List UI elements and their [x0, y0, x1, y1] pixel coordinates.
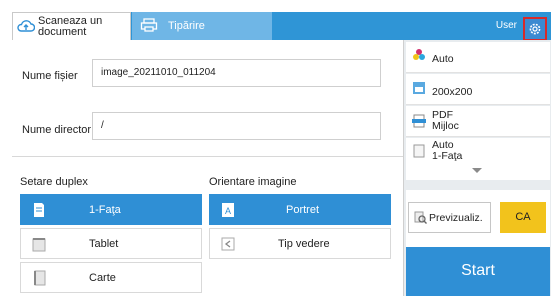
single-sided-icon — [32, 202, 46, 218]
resolution-icon — [412, 81, 426, 95]
top-bar: Scaneaza un document Tipărire User — [12, 12, 551, 40]
landscape-icon — [221, 236, 235, 252]
orientation-option-label: Tip vedere — [278, 238, 330, 250]
orientation-option-tip-vedere[interactable]: Tip vedere — [209, 228, 391, 259]
settings-panel: Auto 200x200 PDF Mijloc Auto 1-Faţa Prev… — [403, 40, 551, 296]
start-button[interactable]: Start — [406, 247, 550, 296]
cloud-upload-icon — [17, 19, 36, 33]
original-size-value: Auto 1-Faţa — [432, 139, 463, 162]
tab-print[interactable]: Tipărire — [132, 12, 272, 40]
ca-button[interactable]: CA — [500, 202, 546, 233]
tab-print-label: Tipărire — [168, 20, 205, 32]
color-mode-value: Auto — [432, 53, 454, 65]
ca-label: CA — [515, 211, 531, 223]
duplex-option-carte[interactable]: Carte — [20, 262, 202, 293]
duplex-option-label: Tablet — [89, 238, 119, 250]
duplex-label: Setare duplex — [20, 176, 88, 188]
resolution-value: 200x200 — [432, 86, 473, 98]
directory-label: Nume director — [22, 124, 92, 136]
color-dots-icon — [412, 48, 426, 62]
orientation-option-label: Portret — [286, 204, 320, 216]
action-area: Previzualiz. CA Start — [406, 190, 550, 296]
duplex-options: 1-Faţa Tablet Carte — [20, 194, 202, 296]
orientation-label: Orientare imagine — [209, 176, 297, 188]
user-label[interactable]: User — [496, 20, 517, 31]
svg-text:A: A — [225, 206, 231, 216]
duplex-option-label: 1-Faţa — [89, 204, 121, 216]
preview-label: Previzualiz. — [429, 212, 483, 224]
portrait-icon: A — [221, 202, 235, 218]
pdf-file-icon — [412, 114, 426, 128]
tablet-binding-icon — [32, 236, 46, 252]
tab-scan-document[interactable]: Scaneaza un document — [12, 12, 131, 40]
orientation-options: A Portret Tip vedere — [209, 194, 391, 262]
form-divider — [12, 156, 403, 157]
printer-icon — [140, 18, 158, 32]
settings-button[interactable] — [523, 17, 547, 41]
preview-button[interactable]: Previzualiz. — [408, 202, 491, 233]
file-format-setting[interactable]: PDF Mijloc — [406, 106, 550, 137]
main-form: Nume fișier image_20211010_011204 Nume d… — [12, 40, 403, 296]
file-format-value: PDF Mijloc — [432, 109, 459, 132]
filename-label: Nume fișier — [22, 70, 78, 82]
start-label: Start — [461, 262, 495, 279]
magnifier-icon — [414, 211, 427, 227]
resolution-setting[interactable]: 200x200 — [406, 74, 550, 105]
chevron-down-icon — [472, 168, 482, 173]
document-size-icon — [412, 144, 426, 158]
color-mode-setting[interactable]: Auto — [406, 42, 550, 73]
more-settings-button[interactable] — [406, 164, 550, 180]
duplex-option-tablet[interactable]: Tablet — [20, 228, 202, 259]
tab-scan-label: Scaneaza un document — [38, 15, 103, 38]
book-binding-icon — [32, 270, 46, 286]
orientation-option-portret[interactable]: A Portret — [209, 194, 391, 225]
scan-app-window: Scaneaza un document Tipărire User Nume … — [0, 0, 551, 296]
filename-field[interactable]: image_20211010_011204 — [92, 59, 381, 87]
original-size-setting[interactable]: Auto 1-Faţa — [406, 138, 550, 165]
directory-field[interactable]: / — [92, 112, 381, 140]
duplex-option-label: Carte — [89, 272, 116, 284]
duplex-option-1-fata[interactable]: 1-Faţa — [20, 194, 202, 225]
